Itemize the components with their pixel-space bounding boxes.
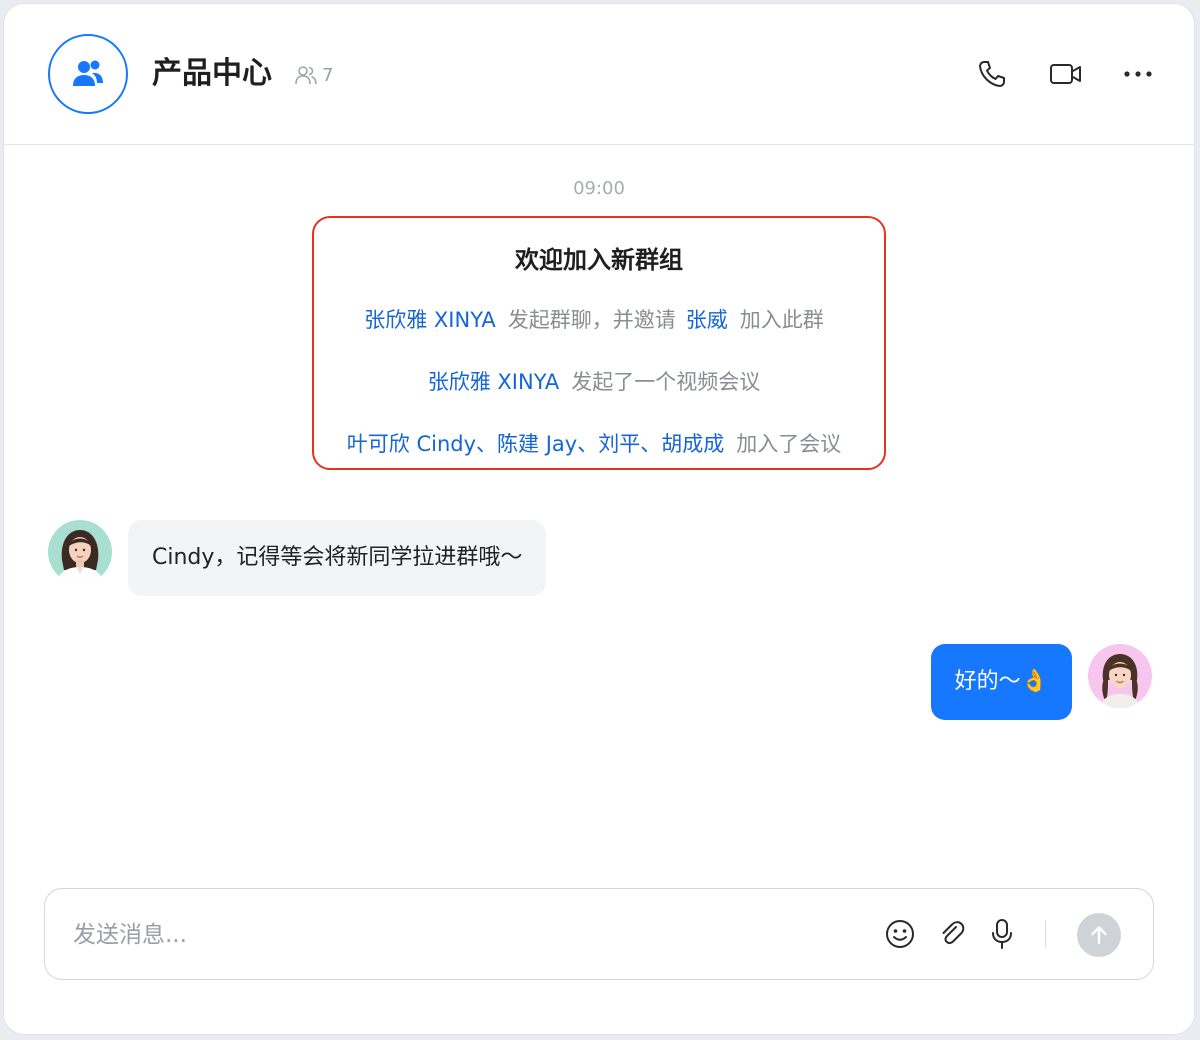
system-action-text: 发起群聊，并邀请: [507, 308, 676, 332]
composer-divider: [1045, 921, 1046, 947]
user-links[interactable]: 叶可欣 Cindy、陈建 Jay、刘平、胡成成: [347, 432, 724, 456]
my-avatar[interactable]: [1088, 644, 1152, 708]
group-title: 产品中心: [152, 56, 272, 91]
more-dots-icon: [1124, 71, 1152, 77]
emoji-icon: [886, 920, 914, 948]
user-link[interactable]: 张威: [686, 308, 728, 332]
system-line-meeting-joined: 叶可欣 Cindy、陈建 Jay、刘平、胡成成 加入了会议: [314, 428, 884, 458]
chat-header: 产品中心 7: [4, 4, 1194, 145]
system-action-text: 发起了一个视频会议: [571, 370, 761, 394]
system-action-text: 加入此群: [739, 308, 824, 332]
more-button[interactable]: [1118, 54, 1158, 94]
girl-avatar-image: [1088, 644, 1152, 708]
member-count-value: 7: [322, 64, 334, 86]
video-call-button[interactable]: [1046, 54, 1086, 94]
attach-button[interactable]: [935, 917, 969, 951]
message-timestamp: 09:00: [573, 178, 625, 199]
members-icon: [295, 66, 317, 85]
system-line-group-created: 张欣雅 XINYA 发起群聊，并邀请 张威 加入此群: [314, 304, 884, 334]
system-action-text: 加入了会议: [736, 432, 842, 456]
emoji-button[interactable]: [883, 917, 917, 951]
system-line-meeting-started: 张欣雅 XINYA 发起了一个视频会议: [314, 366, 884, 396]
welcome-system-card: 欢迎加入新群组 张欣雅 XINYA 发起群聊，并邀请 张威 加入此群 张欣雅 XINY…: [312, 216, 886, 470]
user-link[interactable]: 张欣雅 XINYA: [364, 308, 496, 332]
incoming-message-bubble[interactable]: Cindy，记得等会将新同学拉进群哦～: [128, 520, 547, 596]
user-link[interactable]: 张欣雅 XINYA: [428, 370, 560, 394]
outgoing-message-bubble[interactable]: 好的～👌: [930, 644, 1072, 720]
group-users-icon: [73, 60, 103, 86]
voice-button[interactable]: [985, 917, 1019, 951]
microphone-icon: [992, 919, 1012, 949]
welcome-title: 欢迎加入新群组: [515, 246, 683, 274]
message-input[interactable]: [71, 913, 855, 957]
call-button[interactable]: [972, 54, 1012, 94]
send-arrow-up-icon: [1091, 926, 1107, 945]
message-composer: [44, 888, 1154, 980]
group-avatar[interactable]: [48, 34, 128, 114]
sender-avatar[interactable]: [48, 520, 112, 584]
send-button[interactable]: [1077, 913, 1121, 957]
chat-window: 产品中心 7 09:00 欢迎加入新群组 张欣雅 XINYA 发起群聊，并邀请 …: [4, 4, 1194, 1034]
phone-icon: [979, 61, 1005, 87]
woman-avatar-image: [48, 520, 112, 584]
video-camera-icon: [1050, 64, 1081, 84]
member-count[interactable]: 7: [294, 62, 333, 88]
paperclip-icon: [942, 921, 965, 945]
